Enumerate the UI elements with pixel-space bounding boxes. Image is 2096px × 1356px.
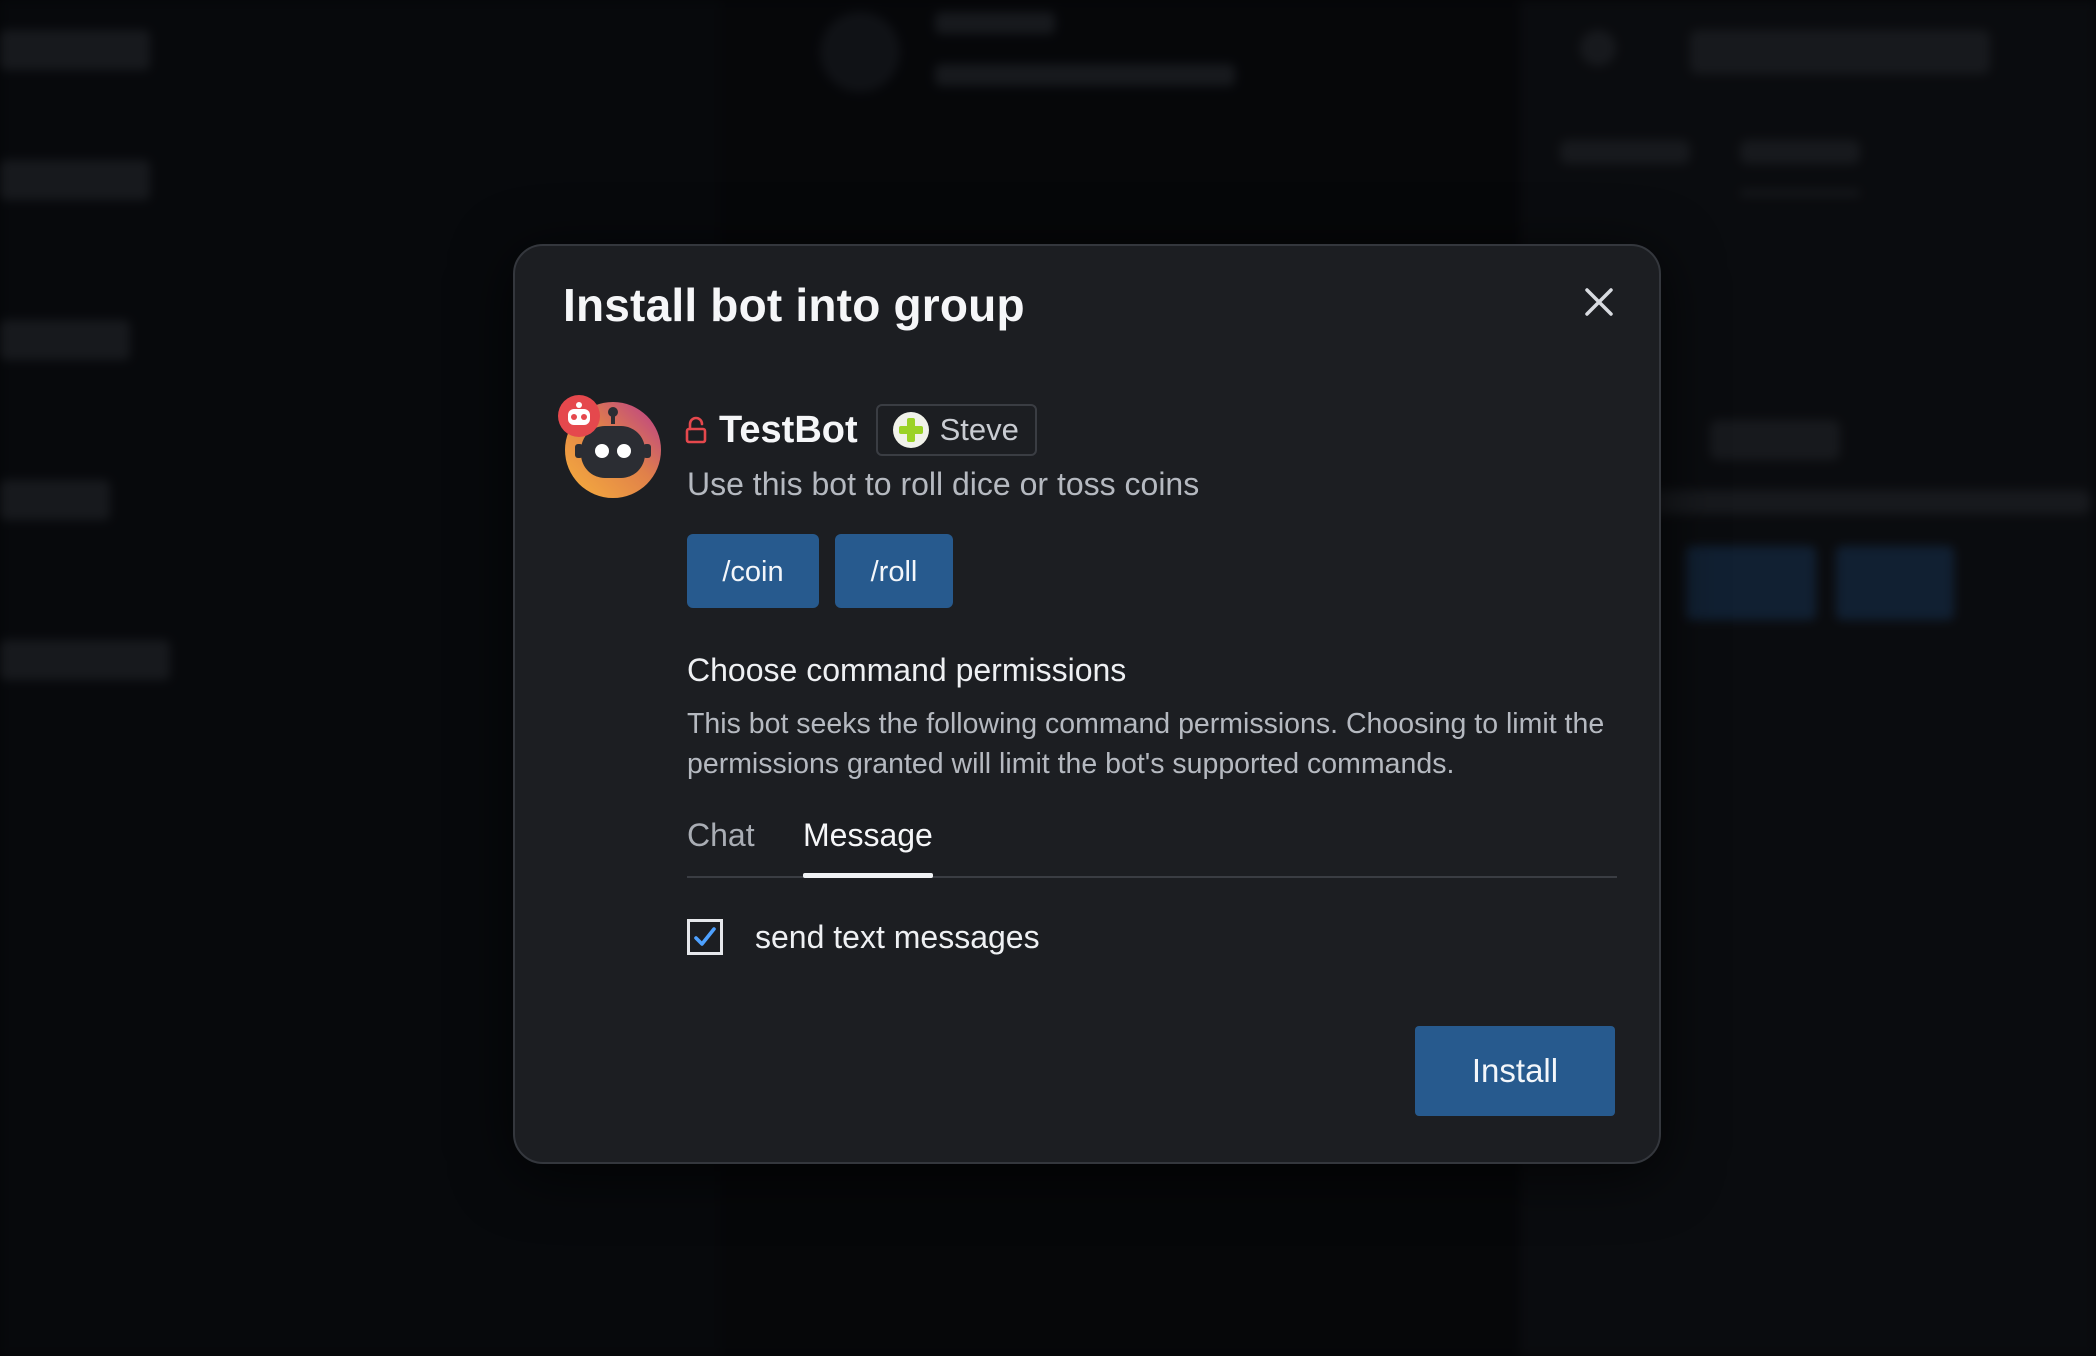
background-button xyxy=(1836,546,1954,620)
background-line xyxy=(935,64,1235,86)
background-row xyxy=(0,480,110,520)
background-bot-desc xyxy=(1650,490,2090,514)
permission-tabs: Chat Message xyxy=(687,806,1617,878)
install-bot-dialog: Install bot into group TestBot Steve Use… xyxy=(513,244,1661,1164)
tab-message-label: Message xyxy=(803,817,933,853)
permission-item: send text messages xyxy=(687,914,1040,960)
send-text-messages-checkbox[interactable] xyxy=(687,919,723,955)
active-tab-indicator xyxy=(803,873,933,878)
close-button[interactable] xyxy=(1581,284,1617,320)
background-title xyxy=(1690,30,1990,74)
tab-message[interactable]: Message xyxy=(803,806,933,878)
install-button[interactable]: Install xyxy=(1415,1026,1615,1116)
permission-item-label: send text messages xyxy=(755,918,1040,955)
bot-owner-name: Steve xyxy=(939,412,1019,447)
background-button xyxy=(1686,546,1816,620)
background-back-icon xyxy=(1580,30,1616,66)
bot-description: Use this bot to roll dice or toss coins xyxy=(687,466,1200,502)
background-row xyxy=(0,30,150,70)
bot-badge-icon xyxy=(558,395,600,437)
permissions-description: This bot seeks the following command per… xyxy=(687,708,1605,780)
tab-chat-label: Chat xyxy=(687,817,755,853)
background-tab xyxy=(1560,140,1690,164)
bot-header: TestBot Steve xyxy=(685,402,1037,458)
owner-avatar-icon xyxy=(892,412,929,448)
bot-name: TestBot xyxy=(719,408,858,451)
background-bot-name xyxy=(1710,420,1840,460)
command-coin-button[interactable]: /coin xyxy=(687,534,819,608)
background-line xyxy=(935,12,1055,34)
command-roll-button[interactable]: /roll xyxy=(835,534,953,608)
tab-chat[interactable]: Chat xyxy=(687,806,755,876)
close-icon xyxy=(1585,288,1613,316)
background-row xyxy=(0,640,170,680)
bot-avatar xyxy=(557,394,663,500)
background-tab-underline xyxy=(1740,190,1860,196)
checkmark-icon xyxy=(694,927,716,946)
unlocked-icon xyxy=(685,416,707,444)
dialog-title: Install bot into group xyxy=(563,279,1025,331)
background-avatar xyxy=(820,12,900,92)
background-row xyxy=(0,320,130,360)
background-row xyxy=(0,160,150,200)
bot-owner-chip[interactable]: Steve xyxy=(875,404,1037,456)
permissions-title: Choose command permissions xyxy=(687,652,1127,688)
background-tab xyxy=(1740,140,1860,164)
